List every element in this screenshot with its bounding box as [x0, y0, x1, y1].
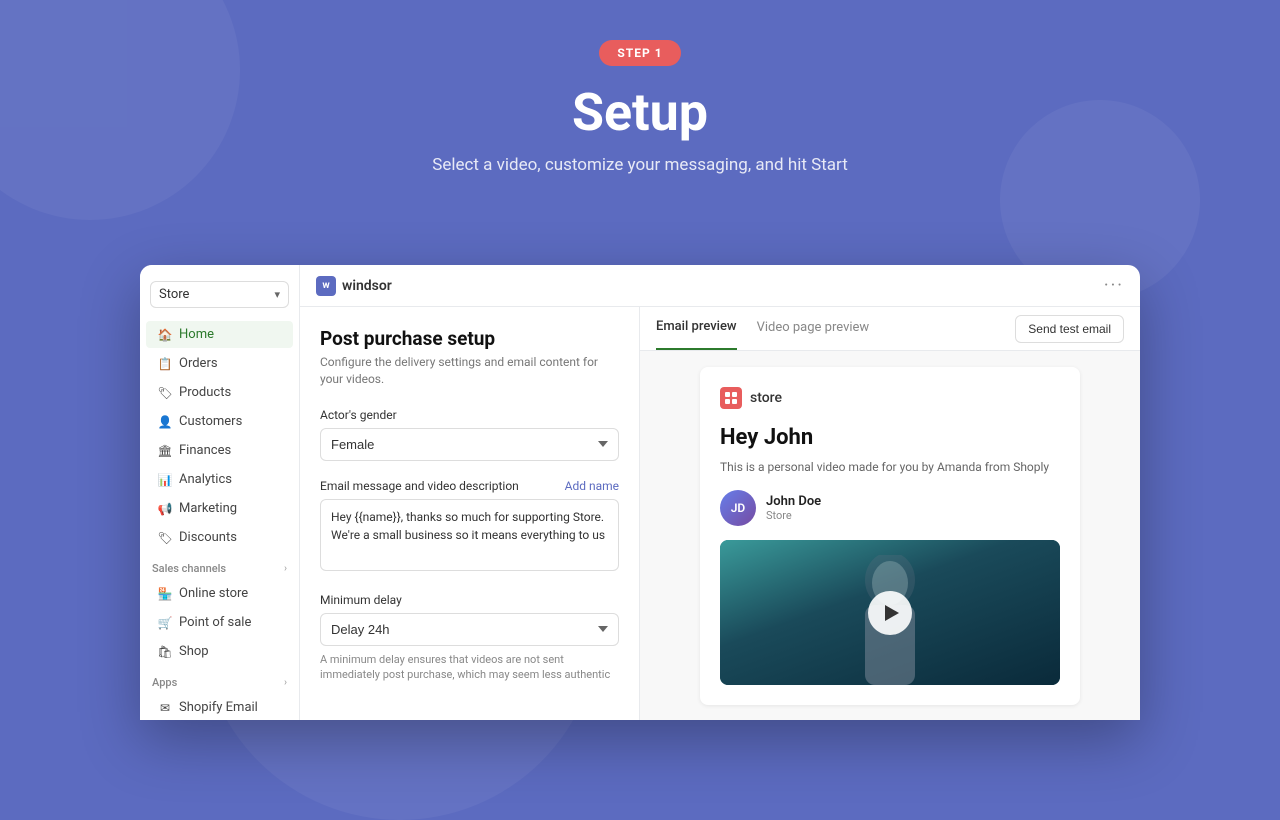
- logo-text: windsor: [342, 278, 392, 294]
- app-window: Store ▾ 🏠 Home 📋 Orders 🏷 Products 👤 Cus…: [140, 265, 1140, 720]
- email-message-group: Email message and video description Add …: [320, 479, 619, 575]
- add-name-link[interactable]: Add name: [565, 479, 619, 493]
- tab-video-preview[interactable]: Video page preview: [757, 307, 870, 350]
- nav-item-label: Products: [179, 385, 231, 400]
- email-greeting: Hey John: [720, 425, 1060, 450]
- windsor-logo: w windsor: [316, 276, 392, 296]
- nav-item-label: Shopify Email: [179, 700, 258, 715]
- actor-gender-group: Actor's gender Female Male: [320, 408, 619, 461]
- preview-tabs: Email preview Video page preview Send te…: [640, 307, 1140, 351]
- step-badge: STEP 1: [599, 40, 680, 66]
- chevron-down-icon: ▾: [274, 288, 280, 301]
- page-title: Setup: [0, 82, 1280, 143]
- logo-icon: w: [316, 276, 336, 296]
- sidebar-item-online-store[interactable]: 🏪 Online store: [146, 580, 293, 607]
- marketing-icon: 📢: [158, 502, 172, 516]
- email-card: store Hey John This is a personal video …: [700, 367, 1080, 705]
- email-sender: JD John Doe Store: [720, 490, 1060, 526]
- apps-label: Apps: [152, 676, 177, 689]
- sidebar-item-analytics[interactable]: 📊 Analytics: [146, 466, 293, 493]
- form-title: Post purchase setup: [320, 327, 619, 350]
- email-store-name: store: [750, 390, 782, 406]
- avatar: JD: [720, 490, 756, 526]
- shopify-email-icon: ✉: [158, 701, 172, 715]
- play-button[interactable]: [868, 591, 912, 635]
- online-store-icon: 🏪: [158, 587, 172, 601]
- nav-item-label: Marketing: [179, 501, 237, 516]
- content-body: Post purchase setup Configure the delive…: [300, 307, 1140, 720]
- store-selector-label: Store: [159, 287, 189, 302]
- store-logo-icon: [720, 387, 742, 409]
- nav-item-label: Orders: [179, 356, 218, 371]
- topbar: w windsor ···: [300, 265, 1140, 307]
- minimum-delay-hint: A minimum delay ensures that videos are …: [320, 652, 619, 683]
- sender-info: John Doe Store: [766, 494, 821, 522]
- send-test-email-button[interactable]: Send test email: [1015, 315, 1124, 343]
- minimum-delay-group: Minimum delay Delay 24h Delay 48h No del…: [320, 593, 619, 683]
- nav-item-label: Online store: [179, 586, 248, 601]
- pos-icon: 🛒: [158, 616, 172, 630]
- sidebar-item-discounts[interactable]: 🏷 Discounts: [146, 524, 293, 551]
- form-subtitle: Configure the delivery settings and emai…: [320, 354, 619, 388]
- preview-content: store Hey John This is a personal video …: [640, 351, 1140, 720]
- orders-icon: 📋: [158, 357, 172, 371]
- video-thumbnail[interactable]: [720, 540, 1060, 685]
- sidebar-item-customers[interactable]: 👤 Customers: [146, 408, 293, 435]
- store-selector[interactable]: Store ▾: [150, 281, 289, 308]
- email-message-textarea[interactable]: Hey {{name}}, thanks so much for support…: [320, 499, 619, 571]
- main-content: w windsor ··· Post purchase setup Config…: [300, 265, 1140, 720]
- email-body-text: This is a personal video made for you by…: [720, 458, 1060, 476]
- sidebar-item-shop[interactable]: 🛍 Shop: [146, 638, 293, 665]
- nav-item-label: Discounts: [179, 530, 237, 545]
- nav-item-label: Customers: [179, 414, 242, 429]
- actor-gender-select[interactable]: Female Male: [320, 428, 619, 461]
- customers-icon: 👤: [158, 415, 172, 429]
- sales-channels-header: Sales channels ›: [140, 552, 299, 579]
- finances-icon: 🏛: [158, 444, 172, 458]
- sidebar-item-point-of-sale[interactable]: 🛒 Point of sale: [146, 609, 293, 636]
- email-message-label: Email message and video description Add …: [320, 479, 619, 493]
- sidebar: Store ▾ 🏠 Home 📋 Orders 🏷 Products 👤 Cus…: [140, 265, 300, 720]
- page-subtitle: Select a video, customize your messaging…: [0, 155, 1280, 175]
- more-options-button[interactable]: ···: [1104, 275, 1124, 296]
- expand-apps-icon[interactable]: ›: [284, 677, 287, 688]
- nav-item-label: Analytics: [179, 472, 232, 487]
- sidebar-item-marketing[interactable]: 📢 Marketing: [146, 495, 293, 522]
- products-icon: 🏷: [158, 386, 172, 400]
- shop-icon: 🛍: [158, 645, 172, 659]
- analytics-icon: 📊: [158, 473, 172, 487]
- nav-item-label: Finances: [179, 443, 231, 458]
- discounts-icon: 🏷: [158, 531, 172, 545]
- form-panel: Post purchase setup Configure the delive…: [300, 307, 640, 720]
- email-store-logo: store: [720, 387, 1060, 409]
- preview-panel: Email preview Video page preview Send te…: [640, 307, 1140, 720]
- nav-item-label: Home: [179, 327, 214, 342]
- sidebar-item-finances[interactable]: 🏛 Finances: [146, 437, 293, 464]
- sales-channels-label: Sales channels: [152, 562, 226, 575]
- nav-item-label: Point of sale: [179, 615, 251, 630]
- apps-header: Apps ›: [140, 666, 299, 693]
- sidebar-item-products[interactable]: 🏷 Products: [146, 379, 293, 406]
- nav-item-label: Shop: [179, 644, 209, 659]
- expand-icon[interactable]: ›: [284, 563, 287, 574]
- home-icon: 🏠: [158, 328, 172, 342]
- tab-email-preview[interactable]: Email preview: [656, 307, 737, 350]
- play-icon: [885, 605, 899, 621]
- sidebar-item-shopify-email[interactable]: ✉ Shopify Email: [146, 694, 293, 720]
- sidebar-item-orders[interactable]: 📋 Orders: [146, 350, 293, 377]
- sidebar-item-home[interactable]: 🏠 Home: [146, 321, 293, 348]
- sender-name: John Doe: [766, 494, 821, 509]
- minimum-delay-select[interactable]: Delay 24h Delay 48h No delay: [320, 613, 619, 646]
- sender-store: Store: [766, 509, 821, 522]
- minimum-delay-label: Minimum delay: [320, 593, 619, 607]
- actor-gender-label: Actor's gender: [320, 408, 619, 422]
